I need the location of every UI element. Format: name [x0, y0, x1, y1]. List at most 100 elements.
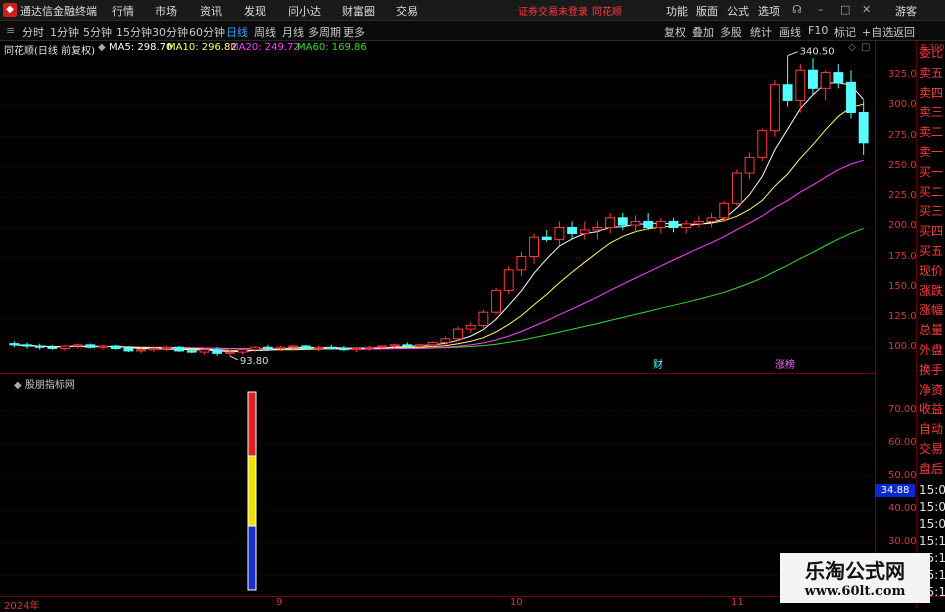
menu-shichang[interactable]: 市场 [155, 3, 177, 19]
candle-body [579, 229, 590, 235]
quote-field[interactable]: 买三 [919, 202, 943, 219]
quote-field[interactable]: 买五 [919, 242, 943, 259]
quote-field[interactable]: 卖三 [919, 103, 943, 120]
btn-huaxian[interactable]: 画线 [779, 24, 801, 40]
sub-tick: 60.00 [888, 436, 917, 448]
menu-caifuquan[interactable]: 财富圈 [342, 3, 375, 19]
maximize-icon[interactable]: □ [840, 3, 850, 16]
candle-body [554, 226, 565, 241]
menu-banmian[interactable]: 版面 [696, 3, 718, 19]
low-label: 93.80 [240, 356, 269, 367]
quote-field[interactable]: 涨跌 [919, 282, 943, 299]
btn-diejia[interactable]: 叠加 [692, 24, 714, 40]
candle-body [465, 324, 476, 330]
period-30min[interactable]: 30分钟 [152, 24, 188, 40]
bar-yellow [247, 455, 257, 527]
btn-tongji[interactable]: 统计 [750, 24, 772, 40]
minimize-icon[interactable]: – [818, 3, 824, 16]
period-5min[interactable]: 5分钟 [83, 24, 112, 40]
quote-field[interactable]: 买一 [919, 163, 943, 180]
candle-body [503, 269, 514, 291]
menu-zixun[interactable]: 资讯 [200, 3, 222, 19]
app-title: 通达信金融终端 [20, 5, 97, 18]
candle-body [85, 344, 96, 348]
quote-field[interactable]: 15:11 [919, 534, 945, 548]
low-pointer [229, 355, 239, 361]
quote-field[interactable]: 总量 [919, 321, 943, 338]
quote-field[interactable]: 卖二 [919, 123, 943, 140]
close-icon[interactable]: ✕ [862, 3, 871, 16]
sub-indicator-chart[interactable] [0, 374, 875, 596]
btn-fuquan[interactable]: 复权 [664, 24, 686, 40]
quote-field[interactable]: 交易 [919, 440, 943, 457]
list-icon[interactable]: ≡ [6, 24, 15, 37]
sub-current-value: 34.88 [875, 484, 915, 497]
menu-faxian[interactable]: 发现 [244, 3, 266, 19]
candle-body [567, 226, 578, 235]
quote-field[interactable]: 卖一 [919, 143, 943, 160]
marker-zhangting: 涨榜 [775, 358, 795, 371]
candle-body [846, 81, 856, 114]
candle-body [541, 236, 552, 241]
quote-field[interactable]: 现价 [919, 262, 943, 279]
login-warning[interactable]: 证券交易未登录 [518, 3, 588, 18]
period-fenshi[interactable]: 分时 [22, 24, 44, 40]
candle-body [338, 347, 349, 351]
quote-field[interactable]: 外盘 [919, 341, 943, 358]
menu-xuanxiang[interactable]: 选项 [758, 3, 780, 19]
candle-body [808, 69, 818, 89]
candle-body [617, 217, 628, 226]
period-daily[interactable]: 日线 [226, 24, 248, 40]
candle-body [643, 220, 654, 228]
watermark-url: www.60lt.com [804, 584, 906, 599]
sub-tick: 30.00 [888, 535, 917, 547]
quote-field[interactable]: 收益 [919, 400, 943, 417]
candle-body [757, 130, 768, 158]
quote-field[interactable]: 涨幅 [919, 301, 943, 318]
quote-field[interactable]: 净资 [919, 381, 943, 398]
candle-body [491, 289, 501, 313]
quote-field[interactable]: 买四 [919, 222, 943, 239]
period-15min[interactable]: 15分钟 [116, 24, 152, 40]
menu-hangqing[interactable]: 行情 [112, 3, 134, 19]
menu-gongneng[interactable]: 功能 [666, 3, 688, 19]
candle-body [224, 351, 235, 354]
candle-body [655, 220, 666, 228]
btn-add-watchlist[interactable]: +自选 [862, 24, 893, 40]
candle-body [478, 311, 489, 326]
high-label: 340.50 [800, 47, 835, 58]
menu-jiaoyi[interactable]: 交易 [396, 3, 418, 19]
candle-body [212, 349, 223, 354]
quote-field[interactable]: 15:09 [919, 517, 945, 531]
btn-duogu[interactable]: 多股 [720, 24, 742, 40]
quote-field[interactable]: 委比 [919, 44, 943, 61]
candle-body [402, 344, 413, 347]
period-multi[interactable]: 多周期 [308, 24, 341, 40]
headset-icon[interactable]: ☊ [792, 3, 802, 16]
quote-field[interactable]: 15:05 [919, 483, 945, 497]
candle-body [440, 338, 451, 343]
quote-field[interactable]: 换手 [919, 361, 943, 378]
candle-body [9, 343, 20, 346]
candle-body [427, 341, 438, 346]
btn-back[interactable]: 返回 [893, 24, 915, 40]
user-label[interactable]: 游客 [895, 3, 917, 19]
kline-chart[interactable]: 340.50 93.80 财 涨榜 [0, 41, 875, 373]
quote-field[interactable]: 自动 [919, 420, 943, 437]
period-more[interactable]: 更多 [343, 24, 365, 40]
period-toolbar: ≡ 分时 1分钟 5分钟 15分钟 30分钟 60分钟 日线 周线 月线 多周期… [0, 21, 945, 41]
bar-red [247, 391, 257, 457]
menu-wenxiaoda[interactable]: 问小达 [288, 3, 321, 19]
quote-field[interactable]: 15:07 [919, 500, 945, 514]
period-weekly[interactable]: 周线 [254, 24, 276, 40]
period-60min[interactable]: 60分钟 [189, 24, 225, 40]
menu-gongshi[interactable]: 公式 [727, 3, 749, 19]
period-1min[interactable]: 1分钟 [50, 24, 79, 40]
quote-field[interactable]: 盘后 [919, 460, 943, 477]
quote-field[interactable]: 卖五 [919, 64, 943, 81]
btn-biaoji[interactable]: 标记 [834, 24, 856, 40]
period-monthly[interactable]: 月线 [282, 24, 304, 40]
quote-field[interactable]: 卖四 [919, 84, 943, 101]
btn-f10[interactable]: F10 [808, 24, 828, 37]
quote-field[interactable]: 买二 [919, 183, 943, 200]
